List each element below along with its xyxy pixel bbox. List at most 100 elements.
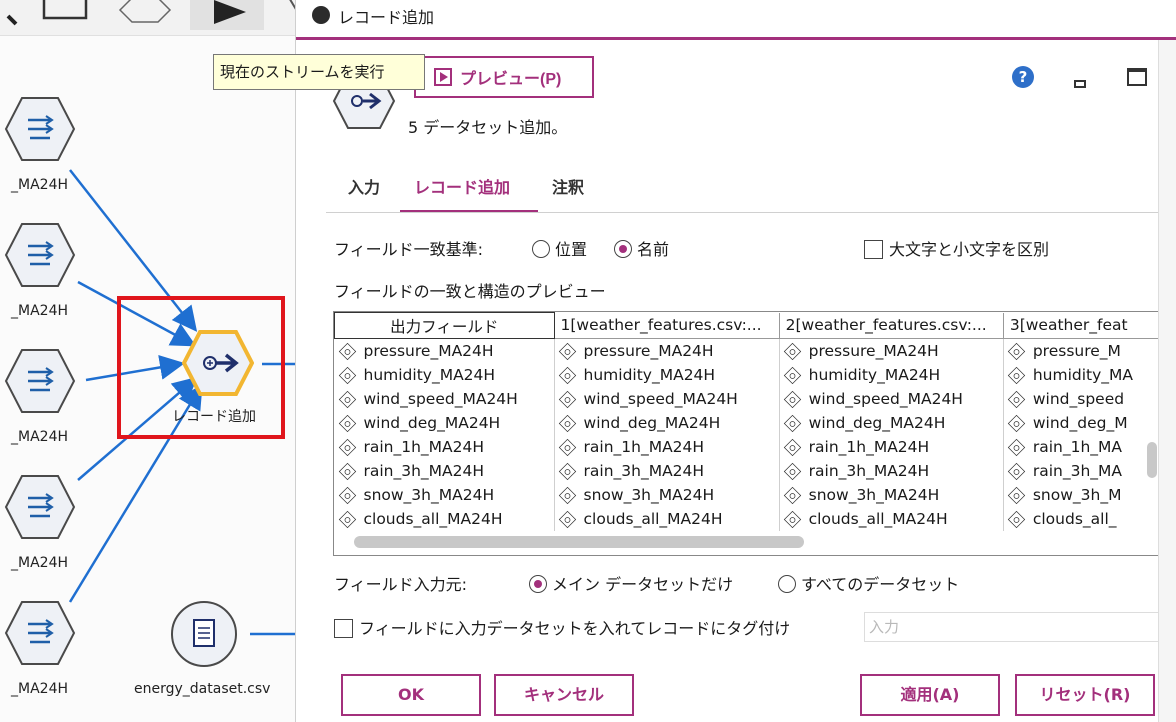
derive-node-3[interactable] bbox=[4, 348, 76, 414]
table-cell: snow_3h_MA24H bbox=[779, 482, 1004, 507]
tab-annotations[interactable]: 注釈 bbox=[552, 174, 584, 198]
table-row[interactable]: wind_speed_MA24H wind_speed_MA24H wind_spe… bbox=[334, 386, 1162, 411]
column-header[interactable]: 2[weather_features.csv:... bbox=[779, 312, 1004, 339]
field-name: rain_1h_MA bbox=[1032, 437, 1123, 456]
table-cell: rain_1h_MA24H bbox=[779, 434, 1004, 459]
append-dialog: レコード追加 プレビュー(P) ? 5 データセット追加。 入力 レコード追加 … bbox=[295, 0, 1176, 722]
field-type-icon bbox=[1007, 366, 1025, 384]
derive-node-1[interactable] bbox=[4, 96, 76, 162]
table-row[interactable]: humidity_MA24H humidity_MA24H humidity_MA2… bbox=[334, 362, 1162, 387]
table-row[interactable]: rain_3h_MA24H rain_3h_MA24H rain_3h_MA24H r… bbox=[334, 458, 1162, 483]
field-name: rain_3h_MA bbox=[1032, 461, 1123, 480]
field-name: clouds_all_MA24H bbox=[363, 509, 503, 528]
apply-button[interactable]: 適用(A) bbox=[860, 674, 1000, 716]
column-header[interactable]: 1[weather_features.csv:... bbox=[554, 312, 780, 339]
table-row[interactable]: clouds_all_MA24H clouds_all_MA24H clouds_a… bbox=[334, 506, 1162, 531]
tag-records-checkbox[interactable]: フィールドに入力データセットを入れてレコードにタグ付け bbox=[334, 615, 790, 639]
table-cell: clouds_all_MA24H bbox=[554, 506, 780, 531]
case-sensitive-checkbox[interactable]: 大文字と小文字を区別 bbox=[864, 236, 1049, 260]
help-icon[interactable]: ? bbox=[1012, 66, 1034, 88]
field-name: wind_speed bbox=[1032, 389, 1125, 408]
match-criterion-label: フィールド一致基準: bbox=[334, 240, 484, 259]
field-name: rain_1h_MA24H bbox=[808, 437, 930, 456]
table-cell: wind_speed_MA24H bbox=[779, 386, 1004, 411]
table-cell: rain_3h_MA24H bbox=[554, 458, 780, 483]
table-row[interactable]: pressure_MA24H pressure_MA24H pressure_MA2… bbox=[334, 338, 1162, 363]
cancel-button[interactable]: キャンセル bbox=[494, 674, 634, 716]
radio-label: メイン データセットだけ bbox=[552, 575, 734, 594]
match-by-name-radio[interactable]: 名前 bbox=[614, 236, 669, 260]
field-name: humidity_MA24H bbox=[583, 365, 716, 384]
radio-label: 位置 bbox=[555, 240, 588, 259]
node-label: _MA24H bbox=[11, 303, 68, 319]
table-cell: rain_1h_MA24H bbox=[334, 434, 555, 459]
table-cell: wind_speed bbox=[1003, 386, 1162, 411]
derive-node-4[interactable] bbox=[4, 474, 76, 540]
field-name: snow_3h_MA24H bbox=[363, 485, 495, 504]
highlight-box bbox=[117, 296, 285, 439]
table-row[interactable]: wind_deg_MA24H wind_deg_MA24H wind_deg_MA2… bbox=[334, 410, 1162, 435]
node-label: _MA24H bbox=[11, 681, 68, 697]
field-type-icon bbox=[1007, 414, 1025, 432]
field-type-icon bbox=[558, 390, 576, 408]
field-name: snow_3h_MA24H bbox=[808, 485, 940, 504]
dialog-titlebar[interactable]: レコード追加 bbox=[296, 0, 1176, 36]
field-name: wind_deg_MA24H bbox=[808, 413, 946, 432]
checkbox-label: 大文字と小文字を区別 bbox=[889, 240, 1050, 259]
field-name: pressure_MA24H bbox=[808, 341, 939, 360]
ok-button[interactable]: OK bbox=[341, 674, 481, 716]
radio-circle bbox=[532, 240, 550, 258]
file-source-label: energy_dataset.csv bbox=[134, 681, 271, 697]
column-header[interactable]: 3[weather_feat bbox=[1003, 312, 1162, 339]
field-type-icon bbox=[338, 342, 356, 360]
field-type-icon bbox=[1007, 390, 1025, 408]
stream-canvas[interactable]: _MA24H _MA24H _MA24H _MA24H _MA24H レコード追… bbox=[0, 0, 300, 722]
horizontal-scrollbar[interactable] bbox=[354, 536, 804, 548]
table-cell: wind_deg_MA24H bbox=[779, 410, 1004, 435]
table-cell: rain_3h_MA24H bbox=[779, 458, 1004, 483]
field-name: humidity_MA24H bbox=[363, 365, 496, 384]
field-name: snow_3h_MA24H bbox=[583, 485, 715, 504]
derive-node-2[interactable] bbox=[4, 222, 76, 288]
radio-label: 名前 bbox=[637, 240, 670, 259]
file-source-node[interactable] bbox=[168, 600, 240, 670]
field-type-icon bbox=[1007, 462, 1025, 480]
field-name: rain_3h_MA24H bbox=[583, 461, 705, 480]
match-by-position-radio[interactable]: 位置 bbox=[532, 236, 587, 260]
vertical-scrollbar[interactable] bbox=[1147, 442, 1157, 478]
all-datasets-radio[interactable]: すべてのデータセット bbox=[778, 571, 959, 595]
main-dataset-only-radio[interactable]: メイン データセットだけ bbox=[529, 571, 733, 595]
field-name: rain_1h_MA24H bbox=[363, 437, 485, 456]
reset-button[interactable]: リセット(R) bbox=[1015, 674, 1155, 716]
field-name: rain_3h_MA24H bbox=[363, 461, 485, 480]
field-name: wind_speed_MA24H bbox=[583, 389, 738, 408]
derive-node-5[interactable] bbox=[4, 600, 76, 666]
field-name: clouds_all_ bbox=[1032, 509, 1117, 528]
table-cell: clouds_all_MA24H bbox=[779, 506, 1004, 531]
dialog-tabs: 入力 レコード追加 注釈 bbox=[326, 158, 1161, 214]
maximize-icon[interactable] bbox=[1127, 68, 1147, 86]
tab-input[interactable]: 入力 bbox=[348, 174, 380, 198]
table-header-row: 出力フィールド 1[weather_features.csv:... 2[wea… bbox=[334, 312, 1162, 339]
field-type-icon bbox=[338, 462, 356, 480]
field-match-table[interactable]: 出力フィールド 1[weather_features.csv:... 2[wea… bbox=[333, 311, 1163, 556]
field-name: pressure_MA24H bbox=[363, 341, 494, 360]
table-cell: humidity_MA24H bbox=[554, 362, 780, 387]
table-cell: pressure_MA24H bbox=[554, 338, 780, 363]
field-type-icon bbox=[783, 390, 801, 408]
table-cell: snow_3h_MA24H bbox=[334, 482, 555, 507]
tag-field-input[interactable]: 入力 bbox=[864, 612, 1164, 642]
column-header[interactable]: 出力フィールド bbox=[334, 312, 555, 339]
table-row[interactable]: rain_1h_MA24H rain_1h_MA24H rain_1h_MA24H r… bbox=[334, 434, 1162, 459]
node-label: _MA24H bbox=[11, 177, 68, 193]
table-row[interactable]: snow_3h_MA24H snow_3h_MA24H snow_3h_MA24H s… bbox=[334, 482, 1162, 507]
table-cell: rain_3h_MA24H bbox=[334, 458, 555, 483]
table-cell: pressure_MA24H bbox=[334, 338, 555, 363]
field-name: pressure_M bbox=[1032, 341, 1121, 360]
table-cell: wind_deg_MA24H bbox=[554, 410, 780, 435]
field-name: wind_deg_MA24H bbox=[363, 413, 501, 432]
preview-button[interactable]: プレビュー(P) bbox=[414, 56, 594, 98]
minimize-icon[interactable] bbox=[1074, 80, 1086, 88]
tab-append[interactable]: レコード追加 bbox=[414, 174, 510, 198]
field-type-icon bbox=[783, 510, 801, 528]
